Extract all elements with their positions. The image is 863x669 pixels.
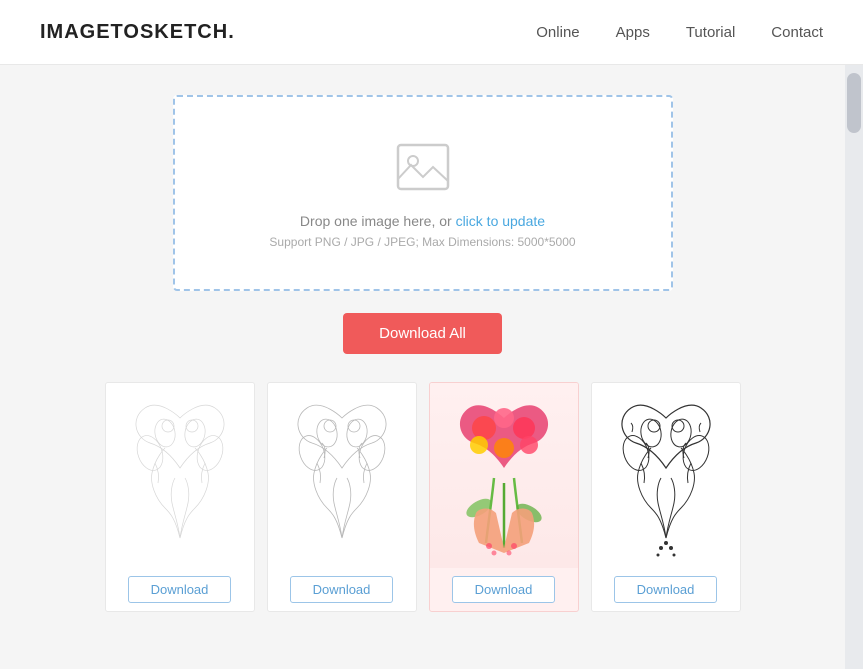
drop-zone-main-text: Drop one image here, or click to update (300, 213, 545, 229)
download-button-1[interactable]: Download (128, 576, 232, 603)
thumbnail-card-1: Download (105, 382, 255, 612)
nav-apps[interactable]: Apps (616, 24, 650, 41)
thumb-image-4 (591, 383, 741, 568)
scrollbar-track[interactable] (845, 65, 863, 669)
download-button-2[interactable]: Download (290, 576, 394, 603)
site-logo: IMAGETOSKETCH. (40, 21, 235, 44)
main-nav: Online Apps Tutorial Contact (536, 24, 823, 41)
thumbnail-card-3: Download (429, 382, 579, 612)
thumbnail-card-2: Download (267, 382, 417, 612)
sketch-medium-icon (272, 388, 412, 563)
color-flower-icon (434, 388, 574, 563)
sketch-light-icon (110, 388, 250, 563)
thumbnail-grid: Download (83, 382, 763, 612)
download-button-4[interactable]: Download (614, 576, 718, 603)
scrollbar-thumb[interactable] (847, 73, 861, 133)
nav-online[interactable]: Online (536, 24, 579, 41)
page-wrapper: Drop one image here, or click to update … (0, 65, 863, 669)
image-placeholder-icon (393, 137, 453, 197)
thumb-image-2 (267, 383, 417, 568)
thumb-image-3 (429, 383, 579, 568)
download-button-3[interactable]: Download (452, 576, 556, 603)
content-area: Drop one image here, or click to update … (0, 65, 845, 669)
nav-contact[interactable]: Contact (771, 24, 823, 41)
drop-zone[interactable]: Drop one image here, or click to update … (173, 95, 673, 291)
drop-zone-link[interactable]: click to update (456, 213, 546, 229)
site-header: IMAGETOSKETCH. Online Apps Tutorial Cont… (0, 0, 863, 65)
drop-zone-subtext: Support PNG / JPG / JPEG; Max Dimensions… (269, 235, 575, 249)
main-content: Drop one image here, or click to update … (13, 65, 833, 642)
drop-text-label: Drop one image here, or (300, 213, 456, 229)
thumb-image-1 (105, 383, 255, 568)
nav-tutorial[interactable]: Tutorial (686, 24, 735, 41)
sketch-dark-icon (596, 388, 736, 563)
download-all-button[interactable]: Download All (343, 313, 502, 354)
thumbnail-card-4: Download (591, 382, 741, 612)
